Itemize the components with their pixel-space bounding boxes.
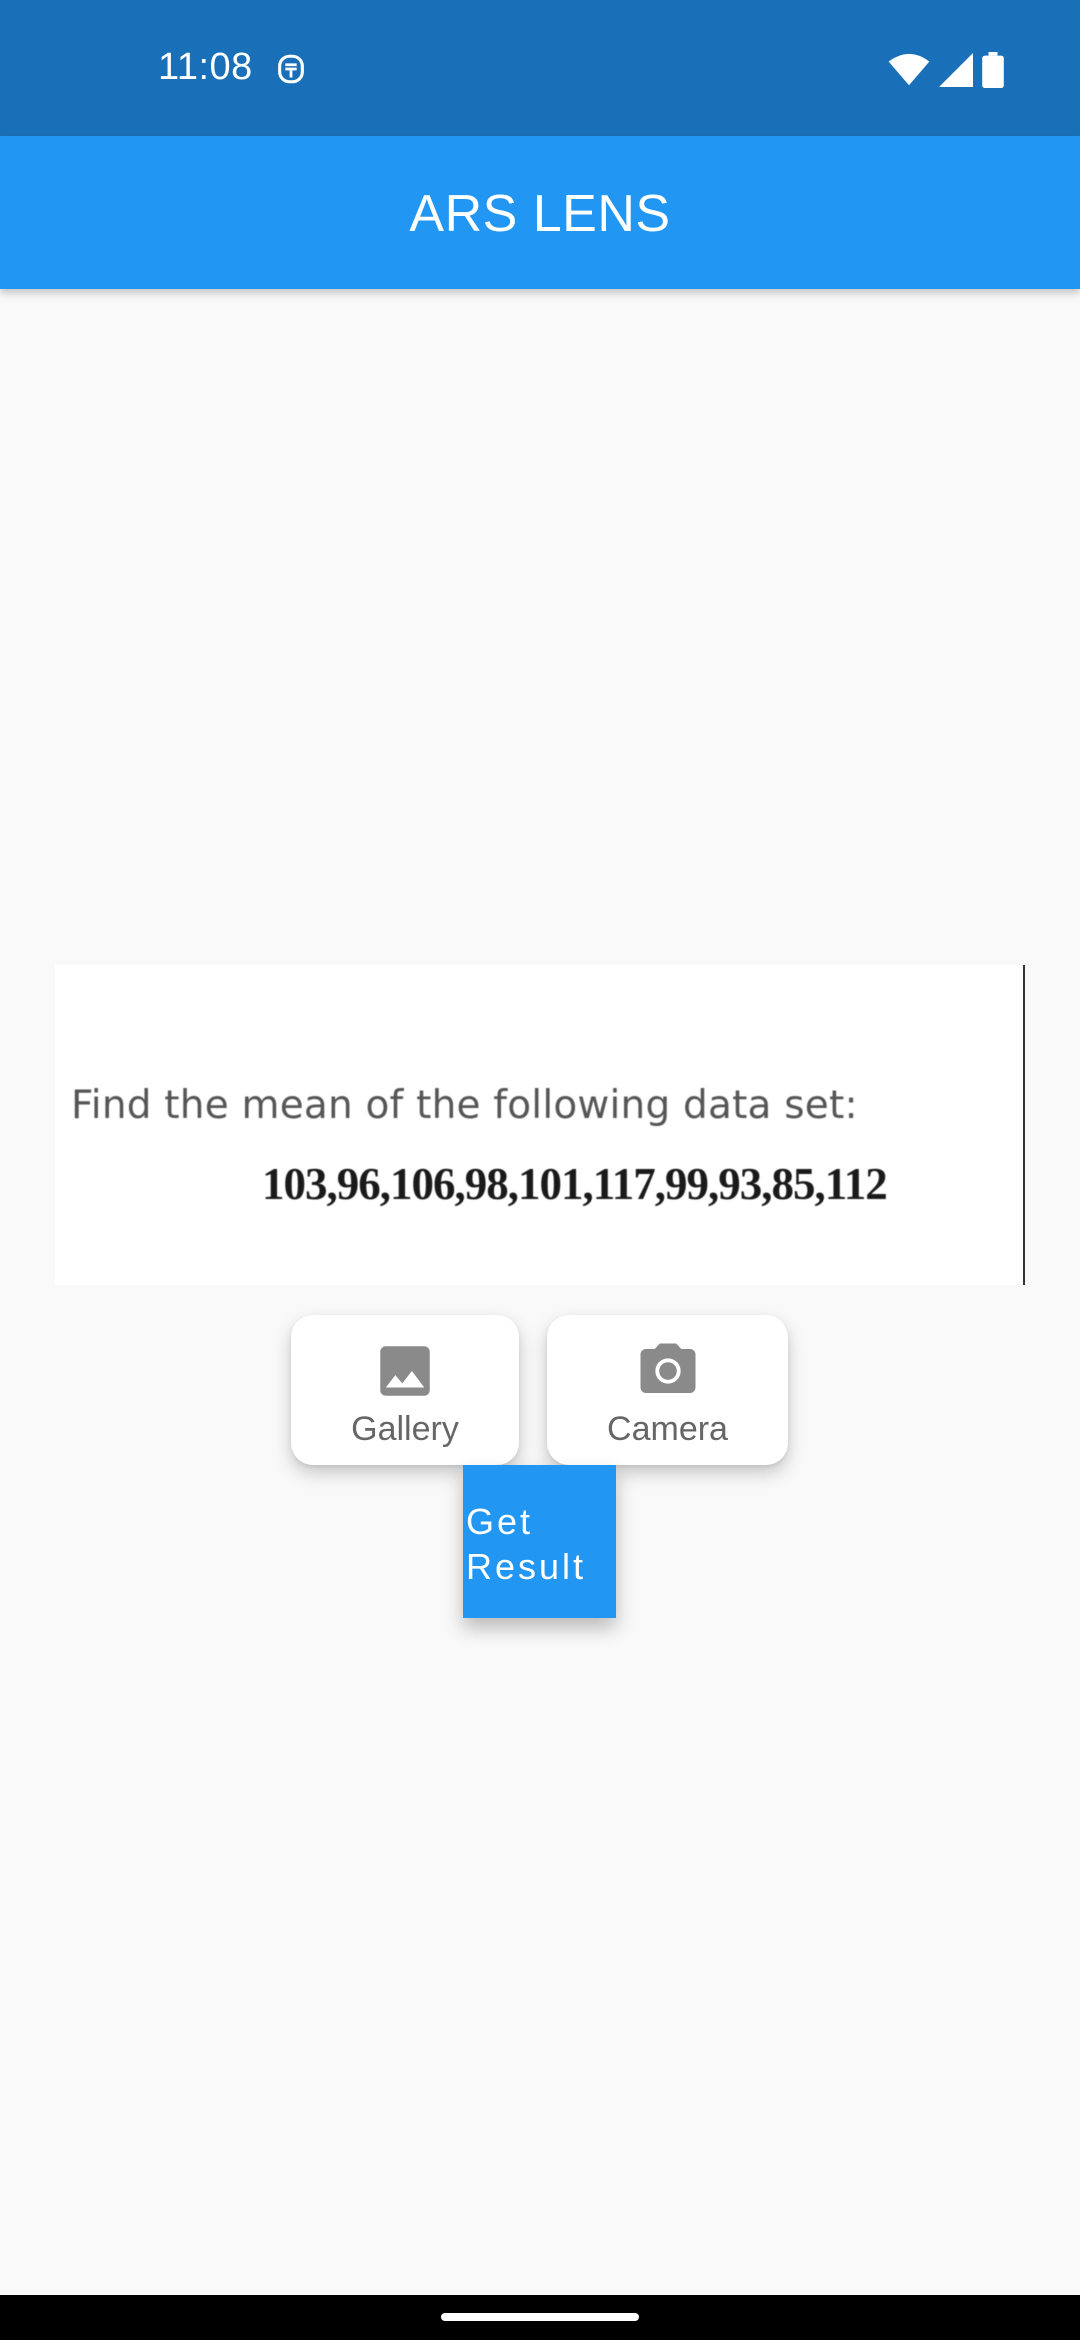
get-result-button[interactable]: Get Result: [463, 1465, 616, 1618]
notification-app-icon: [278, 54, 304, 84]
camera-button[interactable]: Camera: [547, 1315, 788, 1465]
gallery-button[interactable]: Gallery: [291, 1315, 519, 1465]
signal-icon: [939, 53, 973, 87]
image-icon: [380, 1345, 430, 1396]
camera-icon: [640, 1343, 695, 1393]
gallery-button-label: Gallery: [351, 1409, 459, 1448]
image-data-set-text: 103,96,106,98,101,117,99,93,85,112: [262, 1159, 888, 1209]
wifi-icon: [888, 53, 930, 86]
camera-button-label: Camera: [607, 1409, 728, 1448]
image-question-text: Find the mean of the following data set:: [71, 1083, 858, 1128]
app-screen: 11:08 ARS LENS Find the mean of the foll…: [0, 0, 1080, 2340]
picked-image-preview: Find the mean of the following data set:…: [55, 965, 1025, 1285]
status-icons: [888, 52, 1004, 88]
get-result-button-label: Get Result: [466, 1501, 587, 1587]
status-bar: 11:08: [0, 0, 1080, 136]
app-bar: ARS LENS: [0, 136, 1080, 289]
battery-icon: [982, 52, 1004, 88]
home-gesture-handle[interactable]: [441, 2313, 639, 2321]
app-title: ARS LENS: [409, 185, 671, 243]
status-time: 11:08: [158, 46, 253, 88]
system-navigation-bar: [0, 2295, 1080, 2340]
